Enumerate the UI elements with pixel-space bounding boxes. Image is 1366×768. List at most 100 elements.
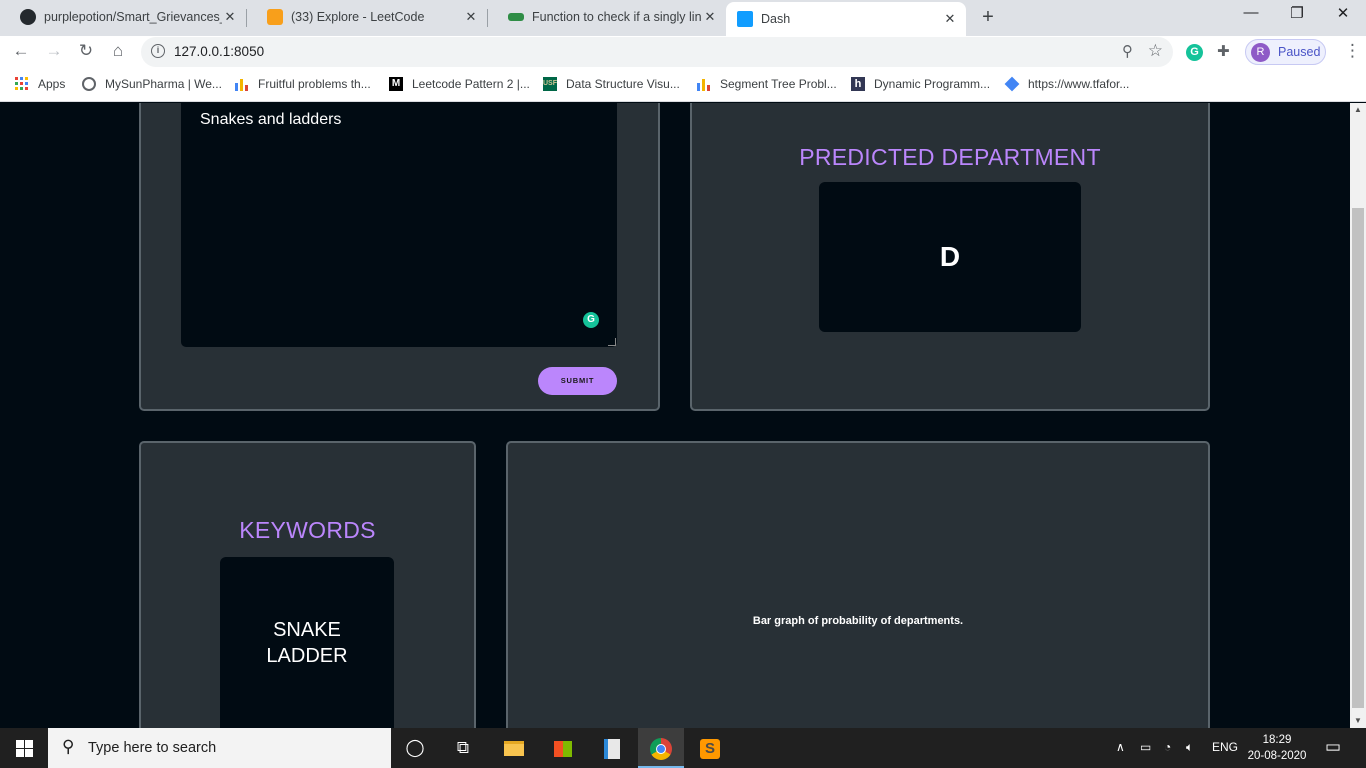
- keyword-item: SNAKE: [273, 619, 341, 641]
- bookmark-fruitful-problems[interactable]: Fruitful problems th...: [235, 77, 371, 91]
- notepad-icon[interactable]: [589, 728, 635, 768]
- globe-icon: [82, 77, 96, 91]
- page-scrollbar[interactable]: ▲ ▼: [1350, 103, 1366, 728]
- bookmark-label: Apps: [38, 77, 66, 91]
- forward-icon[interactable]: →: [43, 41, 65, 61]
- restore-button[interactable]: ❐: [1274, 4, 1320, 22]
- windows-start-icon[interactable]: [0, 728, 48, 768]
- diamond-icon: [1004, 76, 1020, 92]
- geeksforgeeks-icon: [508, 13, 524, 21]
- site-info-icon[interactable]: i: [151, 44, 165, 58]
- close-tab-icon[interactable]: ✕: [222, 9, 238, 25]
- bookmark-apps[interactable]: Apps: [15, 77, 65, 91]
- bookmark-label: Data Structure Visu...: [566, 77, 680, 91]
- complaint-input-card: Snakes and ladders G SUBMIT: [139, 103, 660, 411]
- browser-toolbar: ← → ↻ ⌂ i 127.0.0.1:8050 ⚲ ☆ G ✚ R Pause…: [0, 36, 1366, 68]
- predicted-department-heading: PREDICTED DEPARTMENT: [799, 144, 1101, 170]
- grammarly-icon[interactable]: G: [583, 312, 599, 328]
- task-view-icon[interactable]: ⧉: [440, 728, 486, 768]
- extensions-puzzle-icon[interactable]: ✚: [1217, 42, 1230, 60]
- tab-github[interactable]: purplepotion/Smart_Grievances_I ✕: [0, 0, 246, 34]
- grammarly-extension-icon[interactable]: G: [1186, 44, 1203, 61]
- dash-icon: [737, 11, 753, 27]
- windows-taskbar: ⚲ Type here to search ◯ ⧉ S ∧ ▭ ◔ 🔈︎ ENG…: [0, 728, 1366, 768]
- bookmark-label: Dynamic Programm...: [874, 77, 991, 91]
- browser-tab-strip: purplepotion/Smart_Grievances_I ✕ (33) E…: [0, 0, 1366, 36]
- clock-date: 20-08-2020: [1247, 750, 1307, 762]
- bookmark-label: MySunPharma | We...: [105, 77, 222, 91]
- zoom-icon[interactable]: ⚲: [1122, 42, 1133, 60]
- notifications-icon[interactable]: ▭: [1325, 737, 1341, 757]
- profile-status: Paused: [1278, 45, 1321, 59]
- close-window-button[interactable]: ✕: [1320, 4, 1366, 22]
- profile-button[interactable]: R Paused: [1245, 39, 1326, 65]
- volume-icon[interactable]: 🔈︎: [1186, 740, 1193, 755]
- tab-dash[interactable]: Dash ✕: [726, 2, 966, 36]
- complaint-textarea[interactable]: Snakes and ladders G: [181, 103, 617, 347]
- battery-icon[interactable]: ▭: [1140, 740, 1151, 754]
- keywords-heading: KEYWORDS: [239, 517, 376, 543]
- tab-title: Function to check if a singly linke: [532, 10, 702, 24]
- scroll-down-arrow-icon[interactable]: ▼: [1350, 714, 1366, 728]
- tab-leetcode[interactable]: (33) Explore - LeetCode ✕: [247, 0, 487, 34]
- bookmark-leetcode-pattern[interactable]: M Leetcode Pattern 2 |...: [389, 77, 530, 91]
- tab-title: purplepotion/Smart_Grievances_I: [44, 10, 222, 24]
- keywords-output-box: SNAKE LADDER: [220, 557, 394, 728]
- close-tab-icon[interactable]: ✕: [942, 11, 958, 27]
- predicted-department-card: PREDICTED DEPARTMENT D: [690, 103, 1210, 411]
- chrome-taskbar-icon[interactable]: [638, 728, 684, 768]
- bookmark-label: Fruitful problems th...: [258, 77, 371, 91]
- reload-icon[interactable]: ↻: [75, 41, 97, 61]
- bookmark-segment-tree[interactable]: Segment Tree Probl...: [697, 77, 837, 91]
- minimize-button[interactable]: —: [1228, 4, 1274, 21]
- department-output-box: D: [819, 182, 1081, 332]
- home-icon[interactable]: ⌂: [107, 41, 129, 61]
- tab-geeksforgeeks[interactable]: Function to check if a singly linke ✕: [488, 0, 726, 34]
- back-icon[interactable]: ←: [10, 41, 32, 61]
- bookmark-data-structure-visu[interactable]: USF Data Structure Visu...: [543, 77, 680, 91]
- cortana-icon[interactable]: ◯: [392, 728, 438, 768]
- file-explorer-icon[interactable]: [491, 728, 537, 768]
- keyword-item: LADDER: [266, 645, 348, 667]
- microsoft-store-icon[interactable]: [540, 728, 586, 768]
- bookmarks-bar: Apps MySunPharma | We... Fruitful proble…: [0, 68, 1366, 102]
- new-tab-button[interactable]: +: [978, 6, 998, 29]
- taskbar-search-box[interactable]: ⚲ Type here to search: [48, 728, 391, 768]
- bookmark-label: Leetcode Pattern 2 |...: [412, 77, 530, 91]
- menu-kebab-icon[interactable]: ⋮: [1344, 41, 1361, 61]
- bar-chart-icon: [697, 79, 710, 91]
- wifi-icon[interactable]: ◔: [1164, 740, 1171, 754]
- bookmark-label: Segment Tree Probl...: [720, 77, 837, 91]
- medium-icon: M: [389, 77, 403, 91]
- keywords-card: KEYWORDS SNAKE LADDER: [139, 441, 476, 728]
- system-clock[interactable]: 18:29 20-08-2020: [1245, 732, 1309, 764]
- sublime-text-icon[interactable]: S: [687, 728, 733, 768]
- usf-icon: USF: [543, 77, 557, 91]
- probability-graph-card: Bar graph of probability of departments.: [506, 441, 1210, 728]
- bookmark-mysunpharma[interactable]: MySunPharma | We...: [82, 77, 222, 91]
- hackerearth-icon: h: [851, 77, 865, 91]
- search-placeholder: Type here to search: [88, 740, 217, 756]
- input-language[interactable]: ENG: [1212, 740, 1238, 754]
- avatar: R: [1251, 43, 1270, 62]
- show-hidden-icons-icon[interactable]: ∧: [1116, 740, 1125, 754]
- close-tab-icon[interactable]: ✕: [702, 9, 718, 25]
- resize-handle[interactable]: [608, 338, 616, 346]
- scroll-up-arrow-icon[interactable]: ▲: [1350, 103, 1366, 117]
- github-icon: [20, 9, 36, 25]
- submit-button[interactable]: SUBMIT: [538, 367, 617, 395]
- clock-time: 18:29: [1262, 734, 1292, 746]
- bookmark-tfafor[interactable]: https://www.tfafor...: [1004, 76, 1130, 92]
- department-value: D: [939, 241, 961, 272]
- complaint-text[interactable]: Snakes and ladders: [200, 111, 341, 129]
- close-tab-icon[interactable]: ✕: [463, 9, 479, 25]
- bookmark-dynamic-programming[interactable]: h Dynamic Programm...: [851, 77, 990, 91]
- tab-title: (33) Explore - LeetCode: [291, 10, 425, 24]
- bookmark-label: https://www.tfafor...: [1028, 77, 1130, 91]
- url-text[interactable]: 127.0.0.1:8050: [174, 44, 264, 59]
- tab-title: Dash: [761, 12, 791, 26]
- bookmark-star-icon[interactable]: ☆: [1148, 41, 1163, 61]
- scrollbar-thumb[interactable]: [1352, 208, 1364, 708]
- address-bar[interactable]: i 127.0.0.1:8050 ⚲ ☆: [141, 37, 1173, 67]
- page-viewport: Snakes and ladders G SUBMIT PREDICTED DE…: [0, 103, 1350, 728]
